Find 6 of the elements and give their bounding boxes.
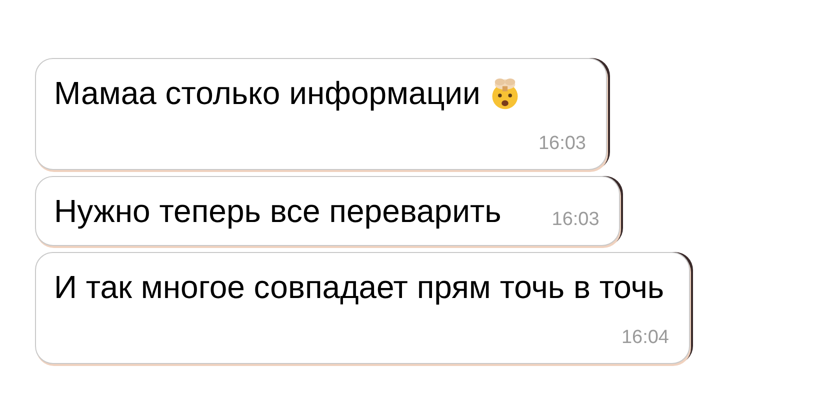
message-text: И так многое совпадает прям точь в точь xyxy=(54,269,664,305)
message-text: Мамаа столько информации xyxy=(54,75,480,111)
message-text: Нужно теперь все переварить xyxy=(54,193,502,229)
message-time: 16:03 xyxy=(538,133,586,155)
message-time: 16:04 xyxy=(621,327,669,349)
message-time: 16:03 xyxy=(552,209,600,231)
